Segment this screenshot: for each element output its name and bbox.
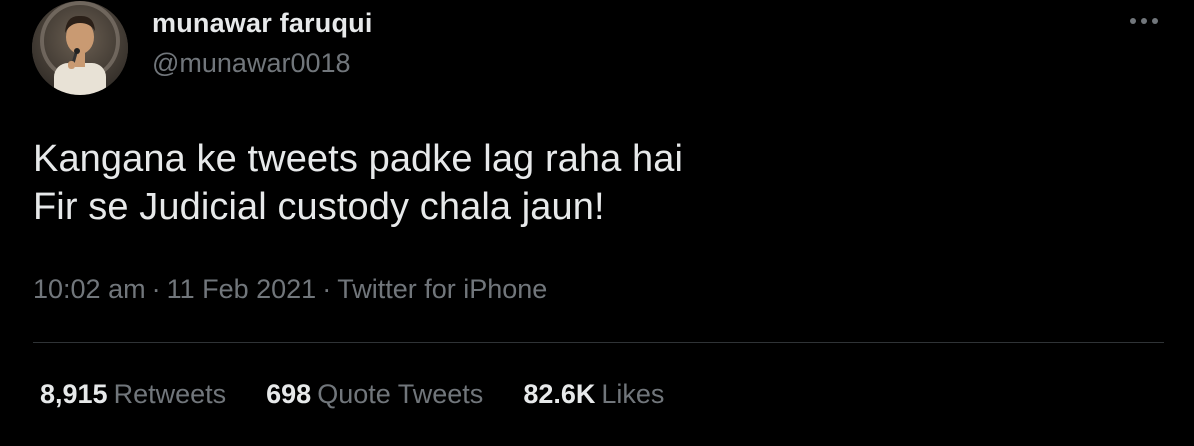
quote-tweets-stat[interactable]: 698 Quote Tweets — [266, 379, 483, 410]
avatar-image — [32, 1, 128, 95]
divider — [33, 342, 1164, 343]
avatar[interactable] — [32, 1, 128, 95]
tweet-text-line: Fir se Judicial custody chala jaun! — [33, 186, 605, 228]
more-horizontal-icon — [1130, 18, 1158, 24]
tweet-meta: 10:02 am · 11 Feb 2021 · Twitter for iPhone — [33, 274, 547, 305]
likes-count: 82.6K — [523, 379, 596, 409]
tweet-time: 10:02 am — [33, 274, 146, 304]
quote-tweets-label: Quote Tweets — [317, 379, 484, 409]
tweet-date: 11 Feb 2021 — [166, 274, 317, 304]
more-options-button[interactable] — [1124, 8, 1164, 34]
meta-separator: · — [322, 274, 332, 304]
tweet-timestamp[interactable]: 10:02 am · 11 Feb 2021 — [33, 274, 316, 304]
author-name[interactable]: munawar faruqui — [152, 8, 373, 39]
tweet-text-line: Kangana ke tweets padke lag raha hai — [33, 138, 684, 180]
likes-label: Likes — [601, 379, 665, 409]
likes-stat[interactable]: 82.6K Likes — [523, 379, 664, 410]
tweet-card: munawar faruqui @munawar0018 Kangana ke … — [0, 0, 1194, 446]
tweet-source-link[interactable]: Twitter for iPhone — [337, 274, 547, 304]
retweets-count: 8,915 — [40, 379, 108, 409]
author-handle[interactable]: @munawar0018 — [152, 48, 351, 79]
quote-tweets-count: 698 — [266, 379, 312, 409]
retweets-stat[interactable]: 8,915 Retweets — [40, 379, 226, 410]
retweets-label: Retweets — [113, 379, 227, 409]
tweet-text: Kangana ke tweets padke lag raha hai Fir… — [33, 135, 683, 231]
meta-separator: · — [151, 274, 161, 304]
tweet-stats: 8,915 Retweets 698 Quote Tweets 82.6K Likes — [40, 379, 704, 410]
